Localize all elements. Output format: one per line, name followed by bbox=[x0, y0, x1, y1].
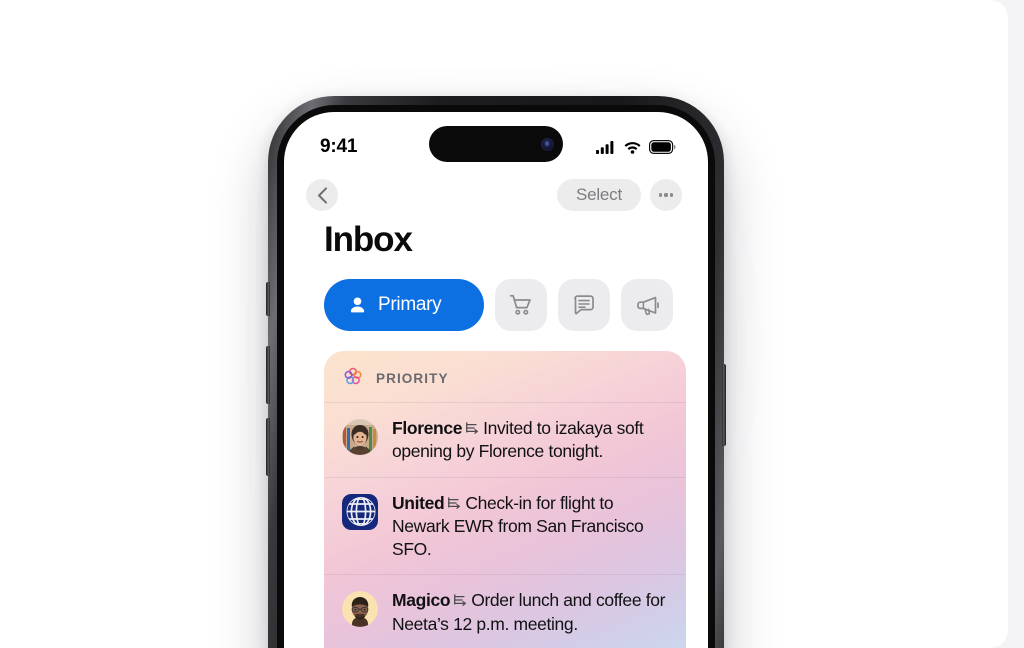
volume-down-button[interactable] bbox=[266, 418, 270, 476]
priority-section: PRIORITY Florence Invited to izakaya sof… bbox=[324, 351, 686, 648]
back-button[interactable] bbox=[306, 179, 338, 211]
signal-bars-icon bbox=[596, 141, 614, 154]
priority-label: PRIORITY bbox=[376, 370, 449, 386]
mailbox-filter-chips: Primary bbox=[324, 279, 686, 331]
filter-chip-transactions[interactable] bbox=[495, 279, 547, 331]
more-options-button[interactable] bbox=[650, 179, 682, 211]
apple-intelligence-icon bbox=[344, 367, 362, 385]
ellipsis-icon bbox=[658, 193, 674, 197]
mail-row[interactable]: United Check-in for flight to Newark EWR … bbox=[324, 476, 686, 575]
person-icon bbox=[350, 297, 365, 312]
chevron-left-icon bbox=[317, 186, 327, 204]
status-bar-time: 9:41 bbox=[320, 136, 358, 157]
mail-summary: United Check-in for flight to Newark EWR … bbox=[392, 491, 670, 562]
page-canvas: 9:41 Select Inbox Primary PRIORITY Flore… bbox=[0, 0, 1024, 648]
action-button[interactable] bbox=[266, 282, 270, 316]
photo-avatar-florence bbox=[342, 419, 378, 455]
mail-row[interactable]: Florence Invited to izakaya soft opening … bbox=[324, 402, 686, 477]
mail-sender: Magico bbox=[392, 590, 451, 611]
summary-arrow-icon bbox=[454, 594, 467, 607]
summary-arrow-icon bbox=[448, 496, 461, 509]
nav-right-actions: Select bbox=[556, 179, 682, 211]
megaphone-icon bbox=[636, 296, 659, 315]
mail-sender: United bbox=[392, 492, 445, 513]
status-bar-indicators bbox=[596, 140, 678, 154]
filter-chip-updates[interactable] bbox=[558, 279, 610, 331]
wifi-icon bbox=[624, 142, 641, 154]
shopping-cart-icon bbox=[509, 294, 531, 315]
filter-chip-primary[interactable]: Primary bbox=[324, 279, 484, 331]
select-button[interactable]: Select bbox=[556, 179, 641, 211]
united-airlines-logo bbox=[342, 493, 378, 530]
memoji-avatar-magico bbox=[342, 591, 378, 628]
filter-chip-primary-label: Primary bbox=[378, 294, 442, 315]
front-camera-icon bbox=[541, 137, 554, 151]
mail-row[interactable]: Magico Order lunch and coffee for Neeta’s… bbox=[324, 574, 686, 648]
navigation-bar: Select bbox=[284, 168, 708, 222]
page-title: Inbox bbox=[324, 220, 413, 259]
mail-sender: Florence bbox=[392, 418, 463, 438]
dynamic-island[interactable] bbox=[429, 126, 563, 162]
battery-full-icon bbox=[649, 140, 676, 154]
power-button[interactable] bbox=[722, 364, 726, 446]
mail-summary: Magico Order lunch and coffee for Neeta’s… bbox=[392, 588, 670, 636]
volume-up-button[interactable] bbox=[266, 346, 270, 404]
message-bubble-icon bbox=[574, 295, 594, 315]
priority-header: PRIORITY bbox=[324, 351, 686, 402]
filter-chip-promotions[interactable] bbox=[621, 279, 673, 331]
iphone-device: 9:41 Select Inbox Primary PRIORITY Flore… bbox=[266, 96, 726, 648]
mail-summary: Florence Invited to izakaya soft opening … bbox=[392, 416, 670, 464]
device-screen: 9:41 Select Inbox Primary PRIORITY Flore… bbox=[284, 112, 708, 648]
summary-arrow-icon bbox=[466, 422, 479, 434]
avatar bbox=[342, 416, 378, 464]
avatar bbox=[342, 491, 378, 562]
avatar bbox=[342, 588, 378, 636]
